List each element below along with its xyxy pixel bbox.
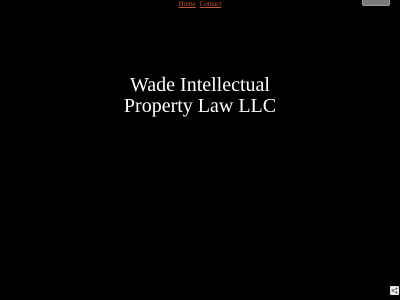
nav-link-home[interactable]: Home (179, 0, 196, 8)
window-control-icon[interactable] (362, 0, 390, 6)
nav-link-contact[interactable]: Contact (200, 0, 222, 8)
site-title: Wade Intellectual Property Law LLC (0, 75, 400, 117)
site-title-line-2: Property Law LLC (123, 95, 277, 117)
share-icon-glyph (391, 287, 398, 294)
top-navigation: Home Contact (0, 0, 400, 10)
site-title-line-1: Wade Intellectual (130, 74, 270, 96)
share-icon[interactable] (390, 286, 399, 295)
